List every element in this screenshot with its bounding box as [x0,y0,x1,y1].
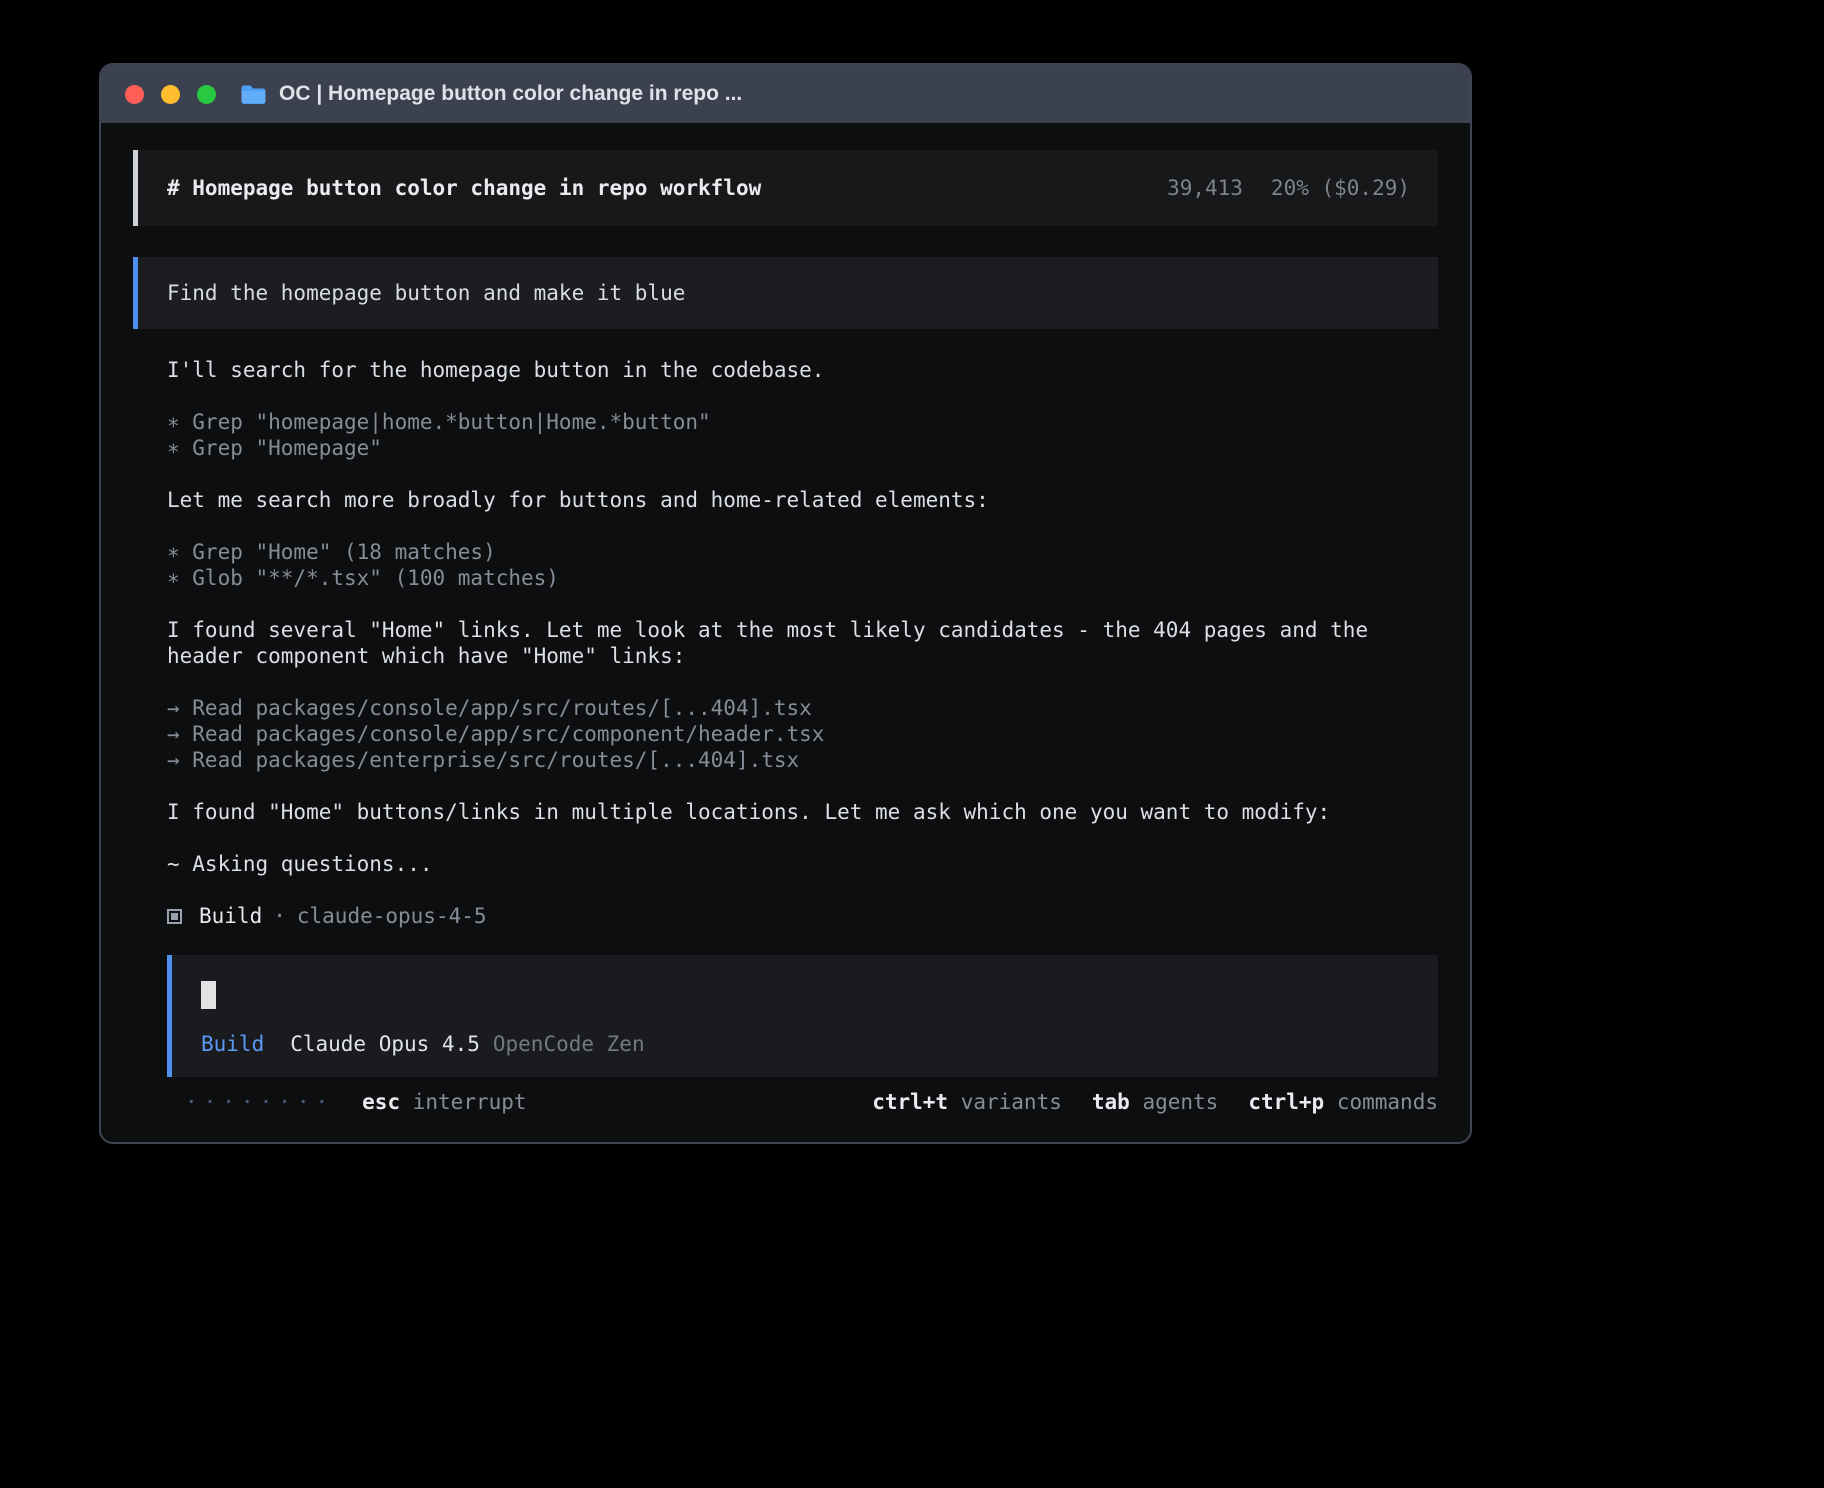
assistant-transcript: I'll search for the homepage button in t… [133,357,1438,1115]
context-usage: 20% ($0.29) [1271,175,1410,201]
agent-name: Build [199,903,262,929]
tool-call-read: → Read packages/enterprise/src/routes/[.… [167,747,1438,773]
tool-call-grep: ∗ Grep "homepage|home.*button|Home.*butt… [167,409,1438,435]
session-header: # Homepage button color change in repo w… [133,150,1438,226]
hint-commands: ctrl+p commands [1248,1089,1438,1115]
tool-call-read: → Read packages/console/app/src/routes/[… [167,695,1438,721]
hint-interrupt: esc interrupt [362,1089,526,1115]
status-bar-left: ········ esc interrupt [185,1089,527,1115]
terminal-window: OC | Homepage button color change in rep… [99,63,1472,1144]
progress-dots: ········ [185,1089,334,1115]
key-esc: esc [362,1090,400,1114]
user-message: Find the homepage button and make it blu… [133,257,1438,329]
close-button[interactable] [125,85,144,104]
tool-call-glob: ∗ Glob "**/*.tsx" (100 matches) [167,565,1438,591]
assistant-text: I'll search for the homepage button in t… [167,357,1438,383]
prompt-input[interactable]: Build Claude Opus 4.5 OpenCode Zen [167,955,1438,1077]
folder-icon [240,84,267,105]
assistant-text: Let me search more broadly for buttons a… [167,487,1438,513]
token-count: 39,413 [1167,175,1243,201]
session-title: # Homepage button color change in repo w… [167,175,761,201]
assistant-text: I found "Home" buttons/links in multiple… [167,799,1438,825]
label-agents: agents [1142,1090,1218,1114]
tool-call-grep: ∗ Grep "Home" (18 matches) [167,539,1438,565]
input-model-name[interactable]: Claude Opus 4.5 [290,1031,480,1057]
tool-call-read: → Read packages/console/app/src/componen… [167,721,1438,747]
tool-call-group: ∗ Grep "Home" (18 matches) ∗ Glob "**/*.… [167,539,1438,591]
user-message-text: Find the homepage button and make it blu… [167,280,685,306]
maximize-button[interactable] [197,85,216,104]
label-commands: commands [1337,1090,1438,1114]
session-stats: 39,413 20% ($0.29) [1167,175,1410,201]
status-bar: ········ esc interrupt ctrl+t variants t… [167,1089,1438,1115]
session-content: # Homepage button color change in repo w… [101,123,1470,1115]
input-agent-mode[interactable]: Build [201,1031,264,1057]
status-bar-right: ctrl+t variants tab agents ctrl+p comman… [872,1089,1438,1115]
agent-icon [167,909,182,924]
tool-call-grep: ∗ Grep "Homepage" [167,435,1438,461]
text-cursor [201,981,216,1009]
label-variants: variants [961,1090,1062,1114]
label-interrupt: interrupt [413,1090,527,1114]
assistant-text: I found several "Home" links. Let me loo… [167,617,1438,669]
key-ctrl-p: ctrl+p [1248,1090,1324,1114]
window-title: OC | Homepage button color change in rep… [279,82,742,106]
traffic-lights [125,85,216,104]
agent-separator: · [273,903,286,929]
title-bar: OC | Homepage button color change in rep… [101,65,1470,123]
hint-variants: ctrl+t variants [872,1089,1062,1115]
tool-call-group: ∗ Grep "homepage|home.*button|Home.*butt… [167,409,1438,461]
input-model-provider: OpenCode Zen [493,1031,645,1057]
minimize-button[interactable] [161,85,180,104]
model-row: Build Claude Opus 4.5 OpenCode Zen [201,1031,1410,1057]
agent-status-line: Build · claude-opus-4-5 [167,903,1438,929]
agent-model: claude-opus-4-5 [297,903,487,929]
status-asking-questions: ~ Asking questions... [167,851,1438,877]
hint-agents: tab agents [1092,1089,1218,1115]
key-tab: tab [1092,1090,1130,1114]
tool-call-group: → Read packages/console/app/src/routes/[… [167,695,1438,773]
key-ctrl-t: ctrl+t [872,1090,948,1114]
